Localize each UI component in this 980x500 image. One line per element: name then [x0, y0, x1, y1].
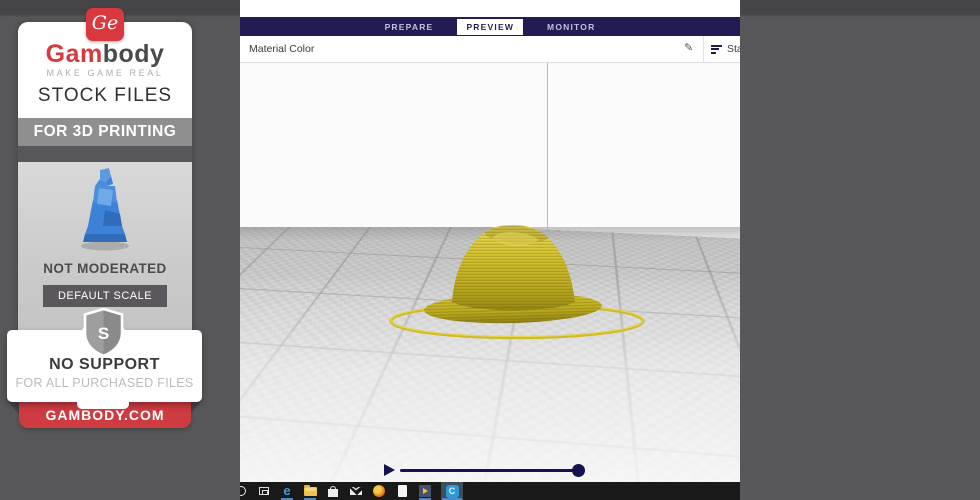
- ribbon-notch: [77, 402, 129, 409]
- svg-text:S: S: [98, 324, 109, 343]
- store-icon[interactable]: [326, 482, 340, 500]
- ribbon-fold-left: [7, 400, 19, 414]
- notepad-icon[interactable]: [395, 482, 409, 500]
- no-support-subtitle: FOR ALL PURCHASED FILES: [15, 376, 194, 390]
- profile-layers-icon: [711, 43, 722, 55]
- figurine-icon: [18, 162, 192, 252]
- moderation-status: NOT MODERATED: [43, 261, 167, 276]
- layer-slider-handle[interactable]: [572, 464, 585, 477]
- cura-window: PREPARE PREVIEW MONITOR Material Color ✎…: [240, 0, 740, 500]
- firefox-icon[interactable]: [372, 482, 386, 500]
- windows-taskbar: e C: [240, 482, 740, 500]
- preview-toolbar: Material Color ✎ Standard: [240, 36, 740, 63]
- default-scale-badge[interactable]: DEFAULT SCALE: [42, 285, 168, 307]
- layer-slider-track[interactable]: [400, 469, 580, 472]
- edge-icon[interactable]: e: [280, 482, 294, 500]
- sliced-hat-model[interactable]: [388, 224, 646, 340]
- toolbar-divider: [703, 36, 704, 62]
- print-settings-chip[interactable]: Standard: [711, 36, 740, 62]
- screenshot-stage: Gambody MAKE GAME REAL STOCK FILES FOR 3…: [0, 0, 980, 500]
- ribbon-fold-right: [190, 400, 202, 414]
- for-3d-printing-banner: FOR 3D PRINTING: [18, 118, 192, 146]
- cortana-icon[interactable]: [240, 482, 248, 500]
- tab-monitor[interactable]: MONITOR: [538, 19, 604, 35]
- edit-pencil-icon[interactable]: ✎: [684, 41, 693, 54]
- task-view-icon[interactable]: [257, 482, 271, 500]
- brand-wordmark-dark: body: [102, 40, 165, 68]
- cura-taskbar-icon[interactable]: C: [441, 482, 463, 500]
- no-support-title: NO SUPPORT: [49, 356, 160, 373]
- gambody-logo-badge: Ge: [86, 8, 124, 41]
- buildplate-axis-line: [547, 63, 548, 228]
- mail-icon[interactable]: [349, 482, 363, 500]
- file-explorer-icon[interactable]: [303, 482, 317, 500]
- brand-tagline: MAKE GAME REAL: [46, 68, 164, 78]
- tab-preview[interactable]: PREVIEW: [457, 18, 524, 35]
- stock-files-headline: STOCK FILES: [37, 85, 173, 106]
- 3d-viewport[interactable]: [240, 63, 740, 482]
- shield-icon: S: [83, 308, 124, 357]
- color-scheme-dropdown[interactable]: Material Color: [249, 43, 314, 55]
- layer-play-button[interactable]: [384, 464, 395, 476]
- movies-tv-icon[interactable]: [418, 482, 432, 500]
- profile-label: Standard: [727, 43, 740, 55]
- stage-tab-bar: PREPARE PREVIEW MONITOR: [240, 17, 740, 36]
- brand-wordmark-red: Gam: [45, 40, 103, 68]
- tab-prepare[interactable]: PREPARE: [376, 19, 443, 35]
